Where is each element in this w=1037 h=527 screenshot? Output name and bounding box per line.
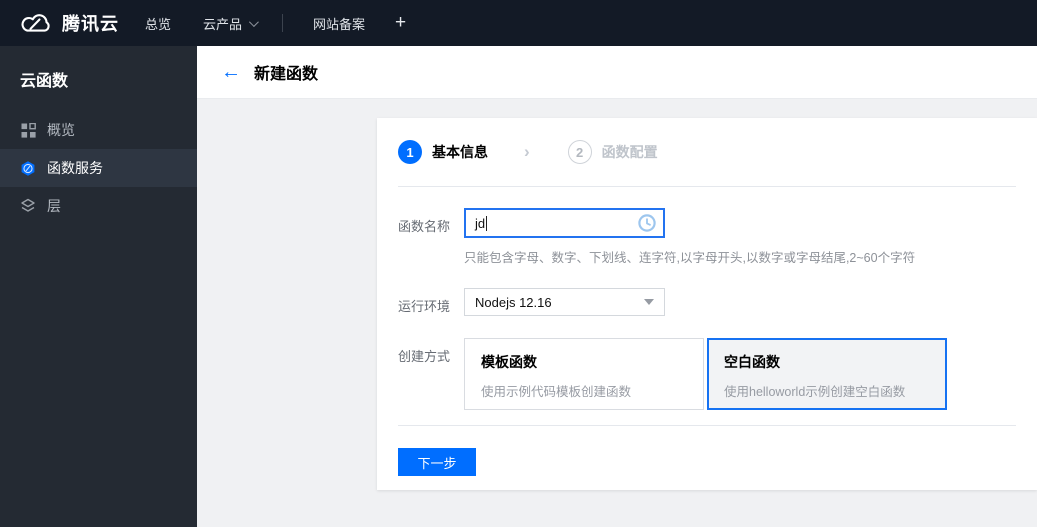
overview-grid-icon xyxy=(20,122,36,138)
basic-info-form: 函数名称 jd 只能包含字母、数字、下划线、连字符,以字母开头,以数字或字母结尾… xyxy=(398,187,1016,476)
sidebar-title: 云函数 xyxy=(20,73,69,90)
clock-pending-icon xyxy=(638,214,656,232)
select-caret-icon xyxy=(644,299,654,305)
topnav-item-overview[interactable]: 总览 xyxy=(143,0,173,46)
method-card-title: 模板函数 xyxy=(481,354,537,370)
method-cards: 模板函数 使用示例代码模板创建函数 空白函数 使用helloworld示例创建空… xyxy=(464,338,947,410)
add-tab-plus-icon[interactable]: + xyxy=(395,12,406,34)
form-divider xyxy=(398,425,1016,426)
function-name-field-group: jd 只能包含字母、数字、下划线、连字符,以字母开头,以数字或字母结尾,2~60… xyxy=(464,208,915,266)
function-name-input[interactable]: jd xyxy=(464,208,665,238)
layers-icon xyxy=(20,198,36,214)
step-number-badge: 1 xyxy=(398,140,422,164)
runtime-select[interactable]: Nodejs 12.16 xyxy=(464,288,665,316)
sidebar: 云函数 概览 函数服务 层 xyxy=(0,46,197,527)
function-name-helper: 只能包含字母、数字、下划线、连字符,以字母开头,以数字或字母结尾,2~60个字符 xyxy=(464,251,916,265)
form-row-runtime: 运行环境 Nodejs 12.16 xyxy=(398,288,1016,316)
page-title: 新建函数 xyxy=(254,66,319,83)
method-card-blank[interactable]: 空白函数 使用helloworld示例创建空白函数 xyxy=(707,338,947,410)
method-card-desc: 使用示例代码模板创建函数 xyxy=(481,385,632,399)
method-card-desc: 使用helloworld示例创建空白函数 xyxy=(724,385,906,399)
step-basic-info: 1 基本信息 xyxy=(398,140,488,164)
runtime-label: 运行环境 xyxy=(398,299,451,314)
scf-hexagon-icon xyxy=(20,160,36,176)
step-chevron-icon: › xyxy=(524,142,530,161)
runtime-selected-value: Nodejs 12.16 xyxy=(475,294,552,310)
function-name-label: 函数名称 xyxy=(398,219,451,234)
cloud-logo-icon xyxy=(21,14,50,32)
wizard-steps: 1 基本信息 › 2 函数配置 xyxy=(398,118,1016,187)
sidebar-item-function-service[interactable]: 函数服务 xyxy=(0,149,197,187)
topnav-label: 网站备案 xyxy=(313,16,366,32)
step-function-config: 2 函数配置 xyxy=(567,140,658,164)
back-arrow-icon[interactable]: ← xyxy=(221,62,241,82)
sidebar-item-label: 层 xyxy=(47,198,61,214)
topnav-item-products[interactable]: 云产品 xyxy=(201,0,259,46)
topbar: 腾讯云 总览 云产品 网站备案 + xyxy=(0,0,1037,46)
function-name-value: jd xyxy=(475,215,486,231)
step-label: 基本信息 xyxy=(432,144,488,160)
text-cursor xyxy=(486,215,488,231)
sidebar-item-label: 概览 xyxy=(47,122,75,138)
step-label: 函数配置 xyxy=(601,144,658,160)
chevron-down-icon xyxy=(248,16,259,27)
sidebar-item-overview[interactable]: 概览 xyxy=(0,111,197,149)
topnav-label: 总览 xyxy=(145,16,172,32)
tencent-cloud-logo[interactable]: 腾讯云 xyxy=(17,10,119,36)
topnav-item-beian[interactable]: 网站备案 xyxy=(311,0,367,46)
sidebar-menu: 概览 函数服务 层 xyxy=(0,111,197,225)
form-row-function-name: 函数名称 jd 只能包含字母、数字、下划线、连字符,以字母开头,以数字或字母结尾… xyxy=(398,208,1016,266)
brand-name: 腾讯云 xyxy=(62,14,119,34)
sidebar-item-layers[interactable]: 层 xyxy=(0,187,197,225)
method-card-template[interactable]: 模板函数 使用示例代码模板创建函数 xyxy=(464,338,704,410)
step-number-badge: 2 xyxy=(567,140,592,164)
page-header: ← 新建函数 xyxy=(197,46,1037,99)
method-card-title: 空白函数 xyxy=(724,354,780,370)
topnav-label: 云产品 xyxy=(203,16,243,32)
topnav-divider xyxy=(282,14,284,32)
next-step-button[interactable]: 下一步 xyxy=(398,448,476,476)
method-label: 创建方式 xyxy=(398,349,451,364)
form-row-method: 创建方式 模板函数 使用示例代码模板创建函数 空白函数 使用helloworld… xyxy=(398,338,1016,410)
content-area: 1 基本信息 › 2 函数配置 函数名称 jd 只能包含字母、数字、下划线、连字… xyxy=(197,99,1037,527)
create-function-panel: 1 基本信息 › 2 函数配置 函数名称 jd 只能包含字母、数字、下划线、连字… xyxy=(377,118,1037,490)
top-navigation: 总览 云产品 网站备案 + xyxy=(119,0,406,46)
sidebar-item-label: 函数服务 xyxy=(47,160,103,176)
